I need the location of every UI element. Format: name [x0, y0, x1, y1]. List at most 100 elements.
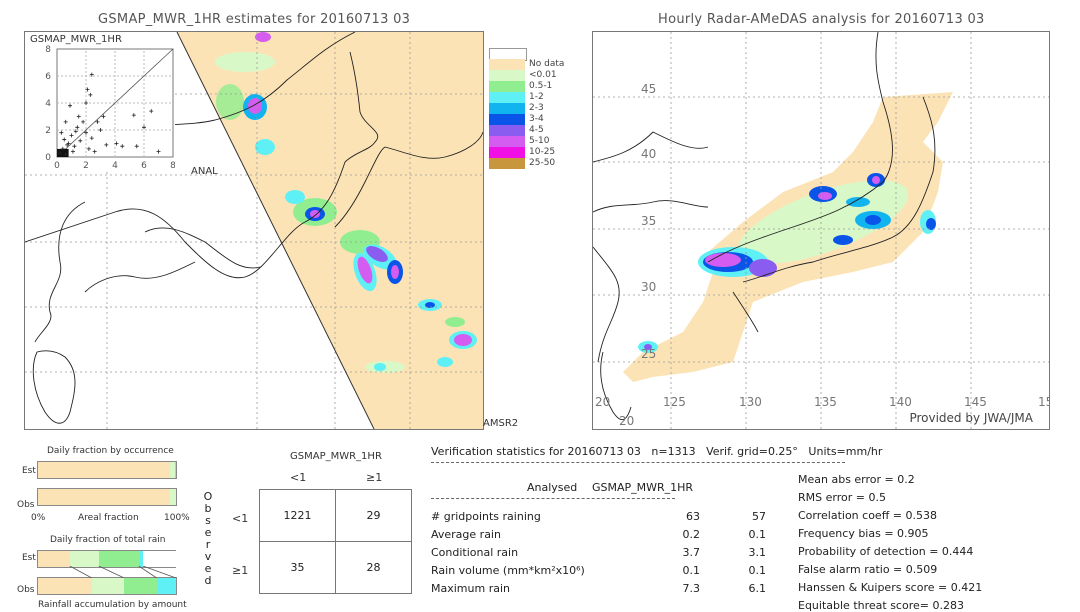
contingency-row-1: ≥1: [232, 564, 249, 577]
stat-analysed-value: 0.2: [682, 528, 701, 541]
contingency-header: GSMAP_MWR_1HR: [290, 451, 382, 462]
scatter-point: [142, 125, 146, 130]
right-map-title: Hourly Radar-AMeDAS analysis for 2016071…: [658, 12, 985, 27]
cell-obs-lt1-est-lt1: 1221: [283, 509, 312, 522]
scatter-point: [59, 130, 64, 135]
latitude-label: 20: [619, 414, 635, 428]
stat-label: Maximum rain: [431, 582, 510, 595]
longitude-label: 145: [964, 395, 987, 409]
scatter-point: [98, 128, 103, 132]
observed-letter: d: [204, 574, 212, 587]
col-analysed: Analysed: [527, 481, 578, 494]
legend-swatch: [489, 92, 525, 103]
scatter-point: [88, 92, 93, 97]
legend-swatch: [489, 136, 525, 147]
total-rain-obs-segment: [156, 578, 176, 594]
latitude-label: 30: [641, 280, 657, 294]
stat-label: Rain volume (mm*km²x10⁶): [431, 564, 585, 577]
legend-label: 3-4: [529, 114, 544, 124]
scatter-plot: 00 2 2 4 4 6 6 8 8: [45, 45, 175, 171]
stat-analysed-value: 0.1: [682, 564, 701, 577]
score-line: False alarm ratio = 0.509: [798, 563, 938, 576]
table-divider: [431, 498, 675, 499]
contingency-col-1: ≥1: [366, 471, 383, 484]
legend-label: 10-25: [529, 147, 556, 157]
longitude-label: 125: [663, 395, 686, 409]
left-map[interactable]: GSMAP_MWR_1HR 0022446688 ANAL: [24, 31, 484, 430]
latitude-label: 35: [641, 214, 657, 228]
total-rain-connector: [69, 566, 93, 578]
stat-estimate-value: 0.1: [748, 564, 767, 577]
score-line: Correlation coeff = 0.538: [798, 509, 937, 522]
longitude-label: 135: [814, 395, 837, 409]
scatter-y-tick: 8: [45, 45, 51, 55]
scatter-inset: GSMAP_MWR_1HR 0022446688: [25, 32, 175, 172]
scatter-point: [69, 133, 74, 138]
legend-swatch: [489, 59, 525, 70]
scatter-point: [78, 138, 83, 143]
scatter-point: [156, 149, 161, 154]
scatter-point: [86, 146, 91, 151]
scatter-point: [81, 119, 86, 124]
total-rain-obs-label: Obs: [17, 585, 35, 595]
legend-swatch: [489, 147, 525, 158]
total-rain-caption: Rainfall accumulation by amount: [38, 600, 187, 610]
contingency-table: 1221 29 35 28: [259, 489, 412, 594]
scatter-y-tick: 0: [45, 153, 51, 163]
right-map[interactable]: 45 40 35 30 25 20 20 125 130 135 140 145 15 Provide…: [592, 31, 1050, 430]
score-line: Probability of detection = 0.444: [798, 545, 974, 558]
stat-label: Conditional rain: [431, 546, 519, 559]
legend-swatch: [489, 81, 525, 92]
legend-label: 1-2: [529, 92, 544, 102]
legend-label: <0.01: [529, 70, 557, 80]
scatter-point: [149, 109, 154, 114]
score-line: Equitable threat score= 0.283: [798, 599, 964, 612]
scatter-x-tick: 2: [83, 161, 89, 171]
legend-swatch: [489, 114, 525, 125]
stat-estimate-value: 6.1: [748, 582, 767, 595]
right-map-canvas: [593, 32, 1049, 429]
header-divider: [431, 462, 845, 463]
total-rain-connector: [98, 566, 125, 578]
scatter-point: [68, 103, 73, 108]
total-rain-connectors: [69, 566, 177, 578]
scatter-point: [75, 125, 80, 130]
stat-estimate-value: 3.1: [748, 546, 767, 559]
stat-analysed-value: 7.3: [682, 582, 701, 595]
scatter-y-tick: 6: [45, 72, 51, 82]
scatter-x-tick: 4: [112, 161, 118, 171]
stat-label: # gridpoints raining: [431, 510, 541, 523]
scatter-point: [76, 114, 81, 119]
scatter-point: [89, 136, 94, 141]
col-estimate: GSMAP_MWR_1HR: [592, 481, 694, 494]
score-line: RMS error = 0.5: [798, 491, 886, 504]
legend-swatch: [489, 103, 525, 114]
total-rain-obs-bar: [37, 577, 177, 595]
scatter-point: [63, 119, 68, 124]
legend-label: 25-50: [529, 158, 556, 168]
scatter-y-tick: 4: [45, 99, 51, 109]
legend-label: 4-5: [529, 125, 544, 135]
scatter-point: [84, 101, 88, 105]
stat-analysed-value: 63: [686, 510, 700, 523]
scatter-point: [70, 149, 75, 154]
sensor-label: AMSR2: [483, 418, 519, 429]
scatter-x-label: ANAL: [191, 166, 218, 177]
total-rain-obs-segment: [124, 578, 157, 594]
scatter-point: [134, 144, 139, 149]
scatter-x-tick: 8: [170, 161, 175, 171]
total-rain-est-segment: [98, 551, 139, 567]
total-rain-est-segment: [69, 551, 99, 567]
legend-swatch: [489, 125, 525, 136]
data-credit: Provided by JWA/JMA: [909, 411, 1033, 425]
legend-label: 0.5-1: [529, 81, 553, 91]
occurrence-est-bar: [37, 461, 177, 479]
scatter-point: [72, 144, 77, 149]
score-line: Mean abs error = 0.2: [798, 473, 915, 486]
score-line: Hanssen & Kuipers score = 0.421: [798, 581, 983, 594]
occurrence-obs-segment: [169, 489, 176, 505]
legend-label: No data: [529, 59, 565, 69]
left-map-title: GSMAP_MWR_1HR estimates for 20160713 03: [98, 12, 411, 27]
total-rain-est-label: Est: [22, 553, 36, 563]
occurrence-est-segment: [38, 462, 170, 478]
